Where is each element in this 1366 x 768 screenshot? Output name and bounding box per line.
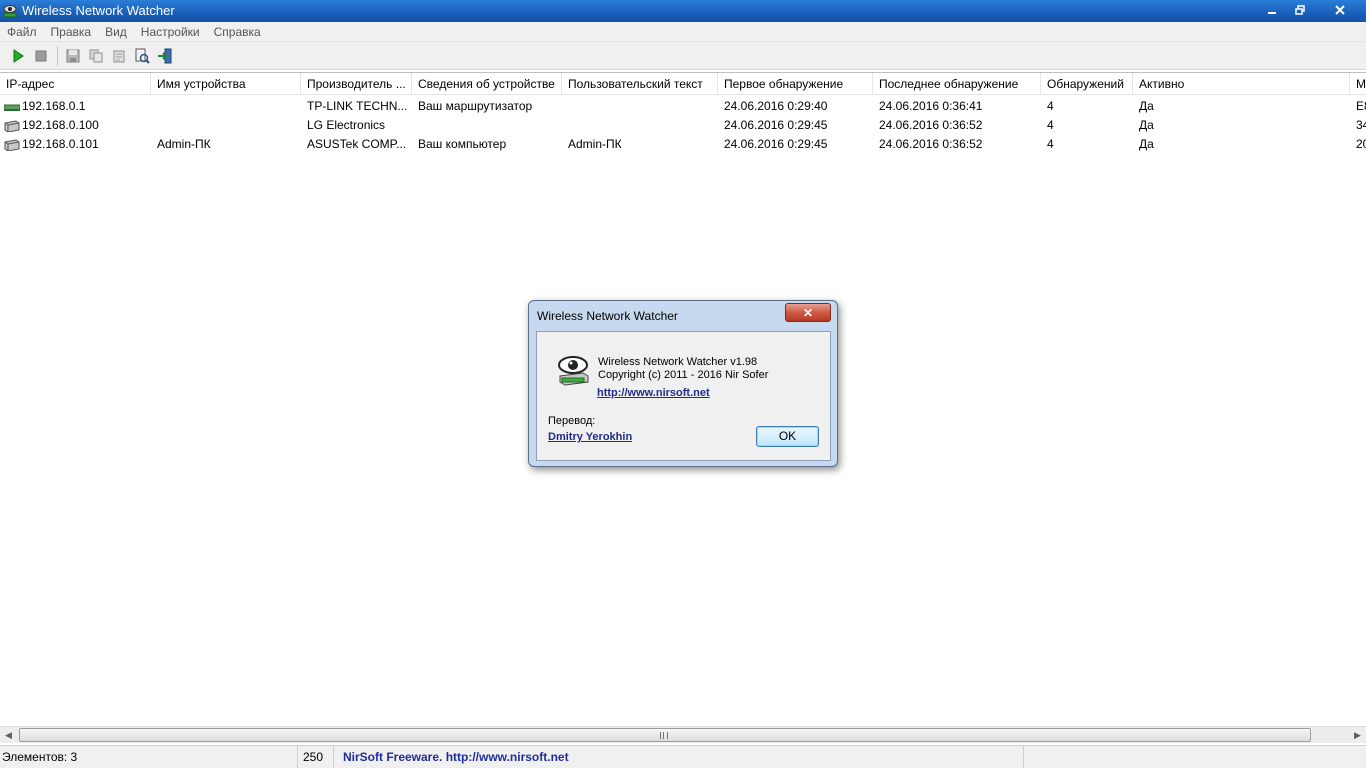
mac-cell: 20 xyxy=(1356,137,1366,151)
status-freeware: NirSoft Freeware. http://www.nirsoft.net xyxy=(334,746,1024,768)
list-header: IP-адрес Имя устройства Производитель ..… xyxy=(0,73,1366,95)
translation-label: Перевод: xyxy=(548,415,596,427)
scroll-right-icon[interactable]: ▶ xyxy=(1349,727,1366,744)
first-detected-cell: 24.06.2016 0:29:45 xyxy=(724,137,828,151)
save-icon[interactable] xyxy=(64,47,82,65)
column-header-user-text[interactable]: Пользовательский текст xyxy=(562,73,718,95)
menu-options[interactable]: Настройки xyxy=(134,22,207,42)
table-row[interactable]: 192.168.0.100 LG Electronics 24.06.2016 … xyxy=(0,116,1366,135)
scroll-left-icon[interactable]: ◀ xyxy=(0,727,17,744)
ip-cell: 192.168.0.1 xyxy=(22,99,86,113)
computer-icon xyxy=(4,119,20,132)
column-header-mac[interactable]: M xyxy=(1350,73,1366,95)
table-row[interactable]: 192.168.0.1 TP-LINK TECHN... Ваш маршрут… xyxy=(0,97,1366,116)
computer-icon xyxy=(4,138,20,151)
exit-icon[interactable] xyxy=(156,47,174,65)
play-icon[interactable] xyxy=(9,47,27,65)
copy-icon[interactable] xyxy=(87,47,105,65)
translator-link[interactable]: Dmitry Yerokhin xyxy=(548,431,632,443)
user-text-cell xyxy=(568,97,718,116)
app-icon xyxy=(2,3,18,19)
device-name-cell: Admin-ПК xyxy=(157,137,211,151)
column-header-active[interactable]: Активно xyxy=(1133,73,1350,95)
ip-cell: 192.168.0.100 xyxy=(22,118,99,132)
title-bar: Wireless Network Watcher xyxy=(0,0,1366,22)
device-info-cell: Ваш компьютер xyxy=(418,137,507,151)
device-name-cell xyxy=(157,97,301,116)
count-cell: 4 xyxy=(1047,137,1054,151)
menu-bar: Файл Правка Вид Настройки Справка xyxy=(0,22,1366,42)
router-icon xyxy=(4,104,20,111)
active-cell: Да xyxy=(1139,118,1154,132)
vendor-cell: ASUSTek COMP... xyxy=(307,137,407,151)
user-text-cell xyxy=(568,116,718,135)
horizontal-scrollbar[interactable]: ◀ ▶ xyxy=(0,726,1366,743)
menu-view[interactable]: Вид xyxy=(98,22,134,42)
minimize-button[interactable] xyxy=(1258,0,1286,20)
version-text: Wireless Network Watcher v1.98 xyxy=(598,356,758,368)
scrollbar-thumb[interactable] xyxy=(19,728,1311,742)
dialog-body: Wireless Network Watcher v1.98 Copyright… xyxy=(536,331,831,461)
column-header-detection-count[interactable]: Обнаружений xyxy=(1041,73,1133,95)
grip-icon xyxy=(660,732,668,739)
column-header-ip[interactable]: IP-адрес xyxy=(0,73,151,95)
first-detected-cell: 24.06.2016 0:29:40 xyxy=(724,99,828,113)
vendor-cell: LG Electronics xyxy=(307,118,386,132)
dialog-close-button[interactable]: ✕ xyxy=(785,303,831,322)
user-text-cell: Admin-ПК xyxy=(568,137,622,151)
properties-icon[interactable] xyxy=(133,47,151,65)
column-header-last-detected[interactable]: Последнее обнаружение xyxy=(873,73,1041,95)
copyright-text: Copyright (c) 2011 - 2016 Nir Sofer xyxy=(598,369,769,381)
close-button[interactable] xyxy=(1314,0,1366,20)
table-row[interactable]: 192.168.0.101 Admin-ПК ASUSTek COMP... В… xyxy=(0,135,1366,154)
menu-file[interactable]: Файл xyxy=(0,22,44,42)
website-link[interactable]: http://www.nirsoft.net xyxy=(597,387,710,399)
dialog-title: Wireless Network Watcher xyxy=(537,309,678,323)
mac-cell: E8 xyxy=(1356,99,1366,113)
column-header-device-info[interactable]: Сведения об устройстве xyxy=(412,73,562,95)
count-cell: 4 xyxy=(1047,99,1054,113)
active-cell: Да xyxy=(1139,137,1154,151)
device-info-cell: Ваш маршрутизатор xyxy=(418,99,533,113)
restore-button[interactable] xyxy=(1286,0,1314,20)
about-dialog: Wireless Network Watcher ✕ Wireless Netw… xyxy=(528,300,838,467)
report-icon[interactable] xyxy=(110,47,128,65)
vendor-cell: TP-LINK TECHN... xyxy=(307,99,408,113)
ok-button[interactable]: OK xyxy=(756,426,819,447)
toolbar xyxy=(0,42,1366,70)
nirsoft-link[interactable]: NirSoft Freeware. http://www.nirsoft.net xyxy=(343,750,569,764)
last-detected-cell: 24.06.2016 0:36:41 xyxy=(879,99,983,113)
column-header-device-name[interactable]: Имя устройства xyxy=(151,73,301,95)
menu-help[interactable]: Справка xyxy=(207,22,268,42)
last-detected-cell: 24.06.2016 0:36:52 xyxy=(879,118,983,132)
mac-cell: 34 xyxy=(1356,118,1366,132)
menu-edit[interactable]: Правка xyxy=(44,22,99,42)
active-cell: Да xyxy=(1139,99,1154,113)
stop-icon[interactable] xyxy=(32,47,50,65)
device-name-cell xyxy=(157,116,301,135)
close-icon: ✕ xyxy=(802,305,814,320)
status-items-count: Элементов: 3 xyxy=(0,746,298,768)
count-cell: 4 xyxy=(1047,118,1054,132)
status-count: 250 xyxy=(298,746,334,768)
ip-cell: 192.168.0.101 xyxy=(22,137,99,151)
first-detected-cell: 24.06.2016 0:29:45 xyxy=(724,118,828,132)
column-header-vendor[interactable]: Производитель ... xyxy=(301,73,412,95)
column-header-first-detected[interactable]: Первое обнаружение xyxy=(718,73,873,95)
status-bar: Элементов: 3 250 NirSoft Freeware. http:… xyxy=(0,745,1366,768)
window-title: Wireless Network Watcher xyxy=(22,3,175,18)
last-detected-cell: 24.06.2016 0:36:52 xyxy=(879,137,983,151)
eye-network-icon xyxy=(558,356,589,386)
device-info-cell xyxy=(418,116,562,135)
